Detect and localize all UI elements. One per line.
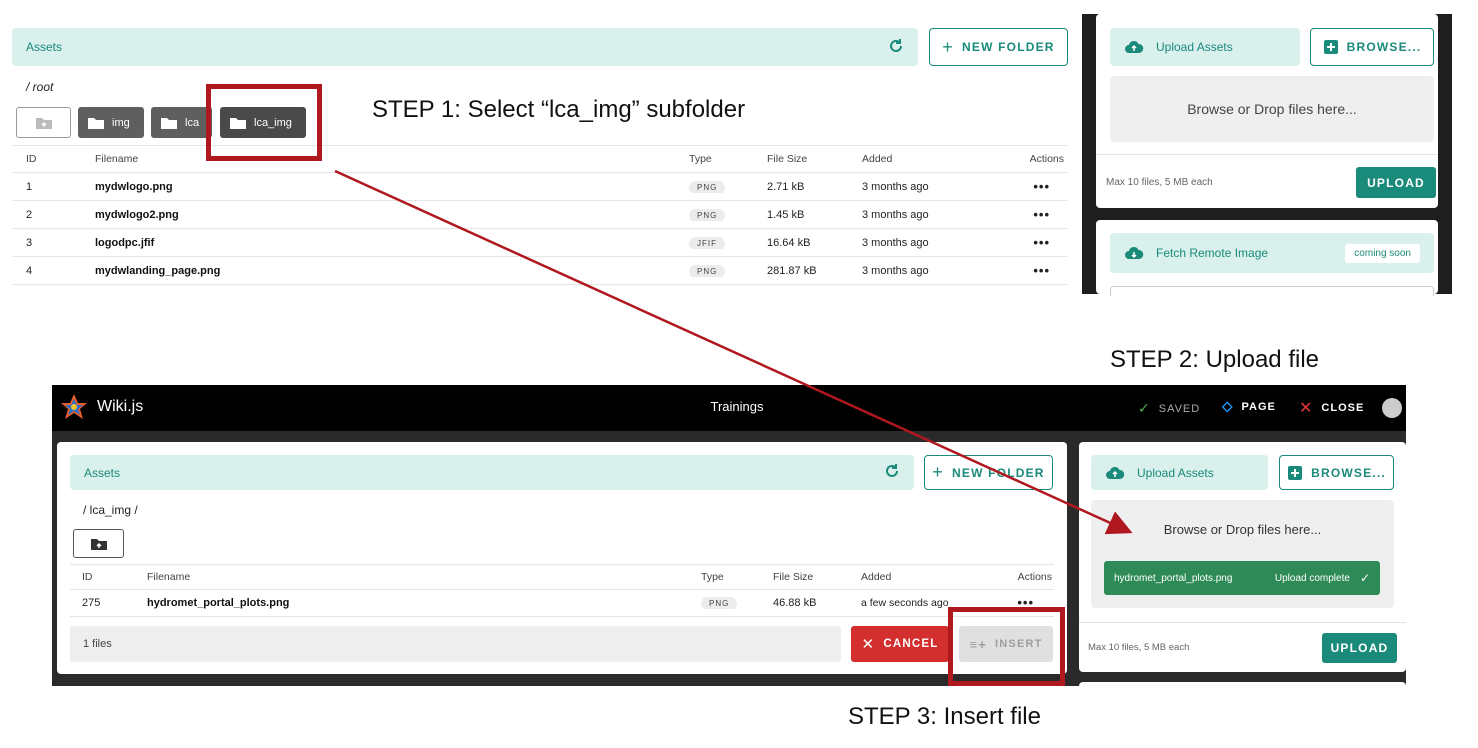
step3-caption: STEP 3: Insert file <box>848 703 1041 730</box>
step2-caption: STEP 2: Upload file <box>1110 346 1320 373</box>
step1-caption: STEP 1: Select “lca_img” subfolder <box>372 96 746 123</box>
